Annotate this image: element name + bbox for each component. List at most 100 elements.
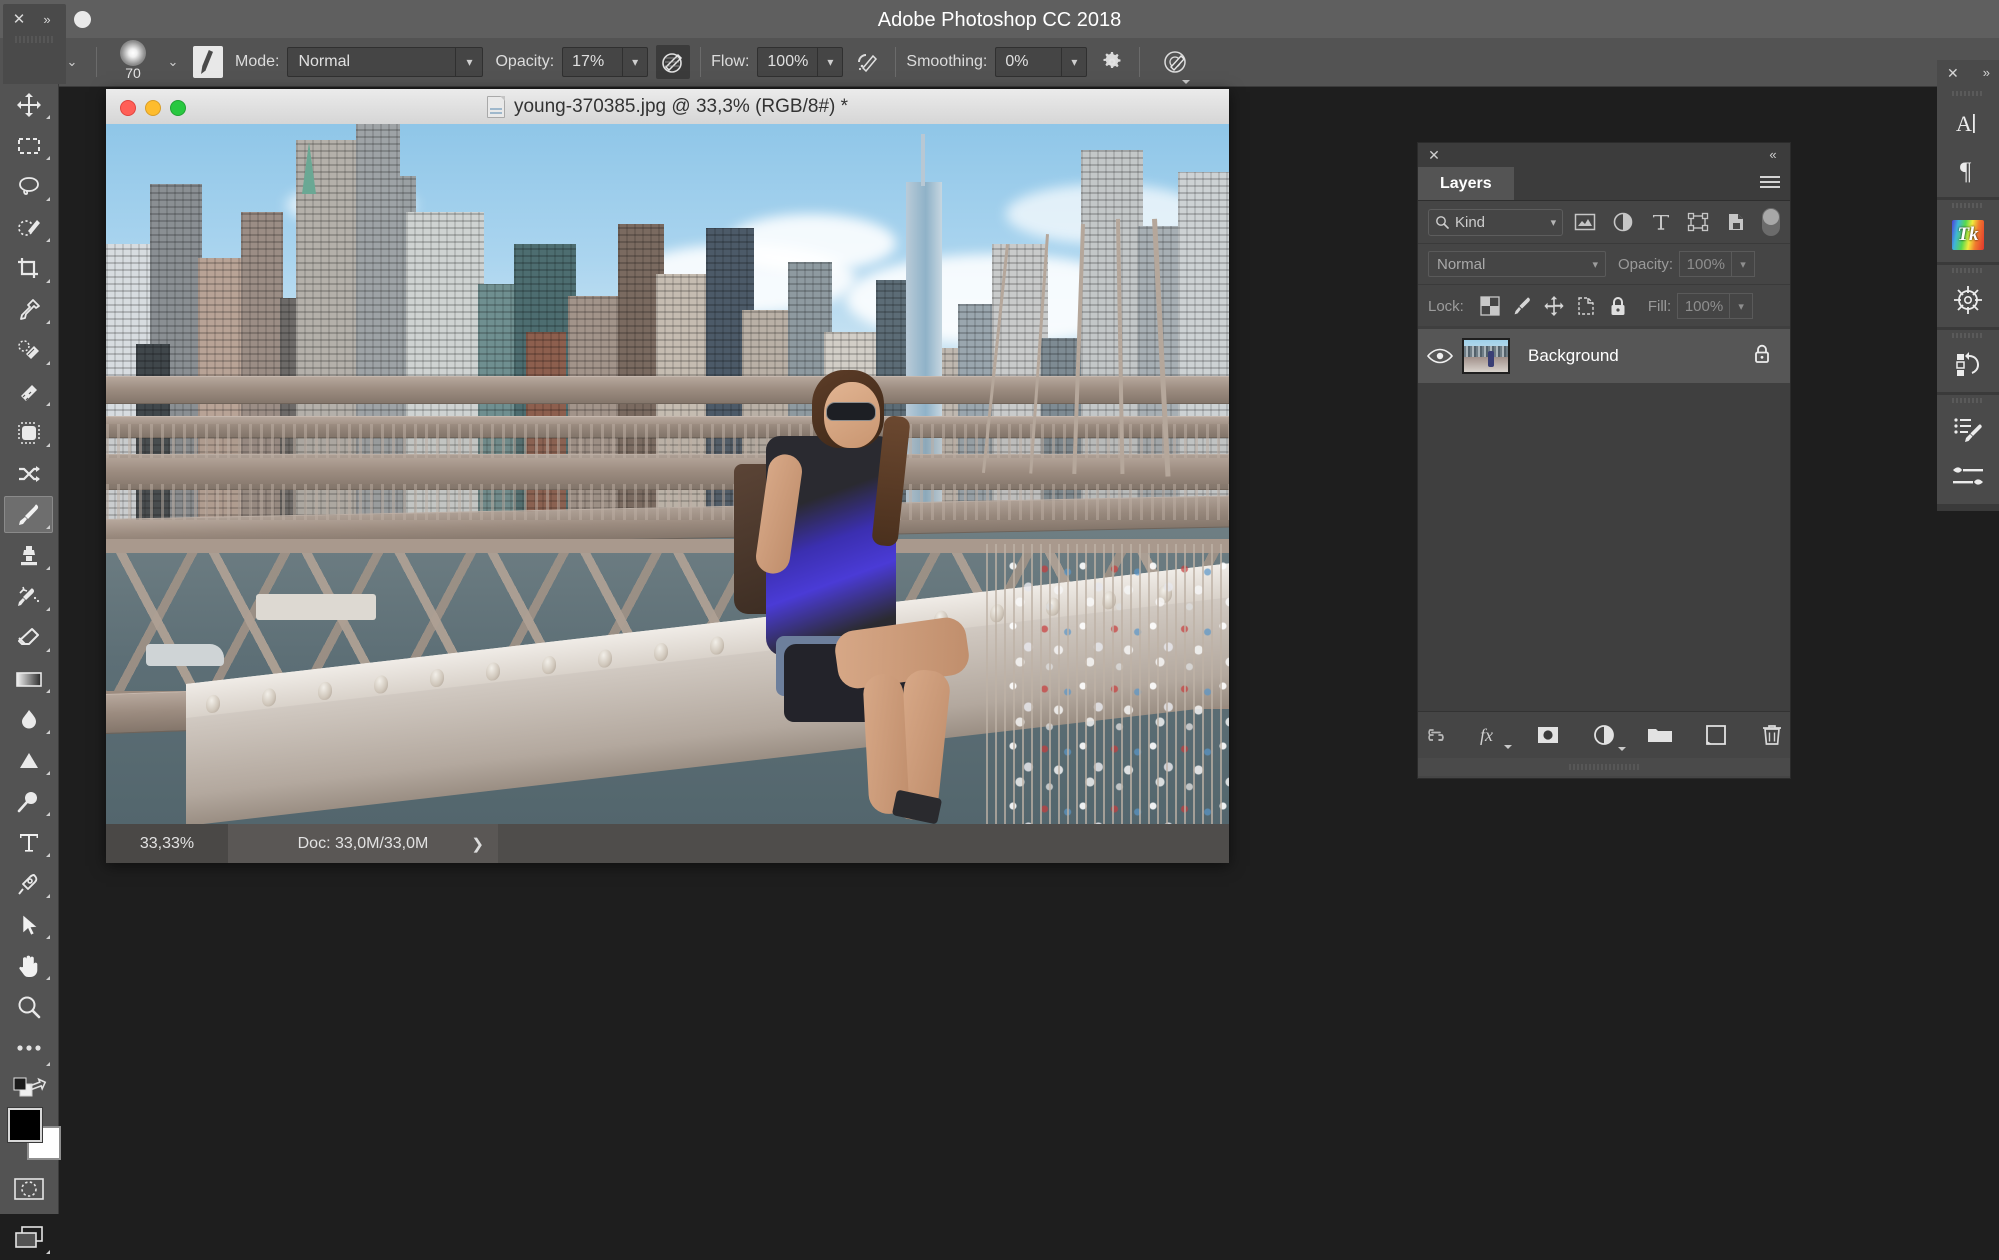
filter-pixel-icon[interactable] [1569, 207, 1601, 237]
flow-input[interactable]: 100% [757, 47, 818, 77]
layer-thumbnail[interactable] [1462, 338, 1510, 374]
table-row[interactable]: Background [1418, 329, 1790, 383]
blend-mode-select[interactable]: Normal ▾ [287, 47, 484, 77]
content-aware-move-tool[interactable] [0, 412, 58, 453]
lock-artboard-nesting-icon[interactable] [1570, 291, 1602, 321]
brush-tool[interactable] [0, 494, 58, 535]
eyedropper-tool[interactable] [0, 289, 58, 330]
panel-menu-icon[interactable] [1760, 176, 1780, 191]
airbrush-button[interactable] [851, 45, 885, 79]
zoom-tool[interactable] [0, 986, 58, 1027]
spot-healing-brush-tool[interactable] [0, 330, 58, 371]
layer-mask-icon[interactable] [1533, 720, 1563, 750]
layer-lock-icon[interactable] [1752, 343, 1772, 370]
dock-group-grip[interactable] [1937, 88, 1999, 99]
canvas-area[interactable] [106, 124, 1229, 824]
rectangular-marquee-tool[interactable] [0, 125, 58, 166]
close-icon[interactable]: ✕ [11, 12, 27, 28]
dock-group-grip[interactable] [1937, 330, 1999, 341]
layer-fill-input[interactable]: 100% [1677, 293, 1730, 319]
brush-preset-preview[interactable]: 70 [107, 38, 159, 86]
gradient-tool[interactable] [0, 658, 58, 699]
smoothing-options-button[interactable] [1095, 45, 1191, 84]
pen-tool-alt[interactable] [0, 781, 58, 822]
move-tool[interactable] [0, 84, 58, 125]
layer-visibility-toggle[interactable] [1418, 329, 1462, 383]
swap-colors-icon[interactable] [27, 1075, 49, 1097]
smoothing-input[interactable]: 0% [995, 47, 1062, 77]
new-group-icon[interactable] [1645, 720, 1675, 750]
layer-opacity-input[interactable]: 100% [1679, 251, 1732, 277]
new-adjustment-layer-icon[interactable] [1589, 720, 1626, 751]
filter-adjustment-icon[interactable] [1607, 207, 1639, 237]
opacity-input[interactable]: 17% [562, 47, 623, 77]
dock-group-grip[interactable] [1937, 200, 1999, 211]
zoom-level-field[interactable]: 33,33% [106, 824, 228, 863]
new-layer-icon[interactable] [1701, 720, 1731, 750]
smoothing-stepper[interactable]: ▾ [1061, 47, 1088, 77]
filter-type-icon[interactable] [1645, 207, 1677, 237]
dodge-tool[interactable] [0, 740, 58, 781]
lasso-tool[interactable] [0, 166, 58, 207]
close-icon[interactable]: ✕ [1426, 147, 1442, 163]
document-title-bar[interactable]: young-370385.jpg @ 33,3% (RGB/8#) * [106, 89, 1229, 125]
delete-layer-icon[interactable] [1757, 720, 1787, 750]
layer-opacity-stepper[interactable]: ▾ [1731, 251, 1756, 277]
clone-stamp-tool[interactable] [0, 535, 58, 576]
paragraph-panel-icon[interactable]: ¶ [1937, 146, 1999, 193]
color-themes-panel-icon[interactable]: Tk [1937, 211, 1999, 258]
quick-selection-tool[interactable] [0, 207, 58, 248]
dock-group-grip[interactable] [1937, 395, 1999, 406]
type-tool[interactable] [0, 822, 58, 863]
crop-tool[interactable] [0, 248, 58, 289]
lock-image-pixels-icon[interactable] [1506, 291, 1538, 321]
layer-fill-stepper[interactable]: ▾ [1729, 293, 1754, 319]
document-info-field[interactable]: Doc: 33,0M/33,0M ❯ [228, 824, 498, 863]
symmetry-button[interactable] [1158, 45, 1192, 79]
brush-presets-panel-icon[interactable] [1937, 406, 1999, 453]
toolbar-drag-grip[interactable] [15, 36, 55, 43]
tablet-pressure-opacity-button[interactable] [656, 45, 691, 79]
layer-name[interactable]: Background [1528, 346, 1619, 366]
filter-smart-object-icon[interactable] [1720, 207, 1752, 237]
opacity-stepper[interactable]: ▾ [622, 47, 649, 77]
foreground-color-swatch[interactable] [8, 1108, 42, 1142]
brush-settings-panel-toggle[interactable] [193, 46, 223, 78]
chevron-right-icon[interactable]: ❯ [471, 835, 484, 853]
patch-tool[interactable] [0, 371, 58, 412]
blur-tool[interactable] [0, 699, 58, 740]
filter-enable-toggle[interactable] [1762, 208, 1780, 236]
color-swatches[interactable] [0, 1104, 61, 1164]
flow-stepper[interactable]: ▾ [817, 47, 844, 77]
filter-kind-select[interactable]: Kind ▾ [1428, 208, 1564, 236]
lock-all-icon[interactable] [1602, 291, 1634, 321]
edit-toolbar-tool[interactable] [0, 1027, 58, 1068]
history-panel-icon[interactable] [1937, 341, 1999, 388]
history-brush-tool[interactable] [0, 576, 58, 617]
quick-mask-button[interactable] [0, 1164, 58, 1214]
path-selection-tool[interactable] [0, 904, 58, 945]
layer-blend-mode-select[interactable]: Normal ▾ [1428, 251, 1606, 277]
expand-dock-icon[interactable]: » [1983, 65, 1990, 80]
layers-list[interactable]: Background [1418, 326, 1790, 712]
link-layers-icon[interactable] [1421, 720, 1451, 750]
pen-tool[interactable] [0, 863, 58, 904]
lock-position-icon[interactable] [1538, 291, 1570, 321]
panel-resize-grip[interactable] [1418, 758, 1790, 776]
close-icon[interactable]: ✕ [1947, 65, 1959, 82]
brush-settings-panel-icon[interactable] [1937, 453, 1999, 500]
tab-layers[interactable]: Layers [1418, 167, 1514, 200]
eraser-tool[interactable] [0, 617, 58, 658]
layer-style-fx-icon[interactable]: fx [1477, 720, 1512, 750]
screen-mode-button[interactable] [0, 1214, 58, 1260]
character-panel-icon[interactable]: A [1937, 99, 1999, 146]
lock-transparent-pixels-icon[interactable] [1474, 291, 1506, 321]
hand-tool[interactable] [0, 945, 58, 986]
expand-toolbar-icon[interactable]: » [39, 12, 55, 28]
collapse-panel-icon[interactable]: « [1764, 147, 1782, 163]
brush-preset-dropdown[interactable]: ⌄ [159, 38, 187, 86]
shuffle-tool[interactable] [0, 453, 58, 494]
dock-group-grip[interactable] [1937, 265, 1999, 276]
filter-shape-icon[interactable] [1683, 207, 1715, 237]
navigator-panel-icon[interactable] [1937, 276, 1999, 323]
